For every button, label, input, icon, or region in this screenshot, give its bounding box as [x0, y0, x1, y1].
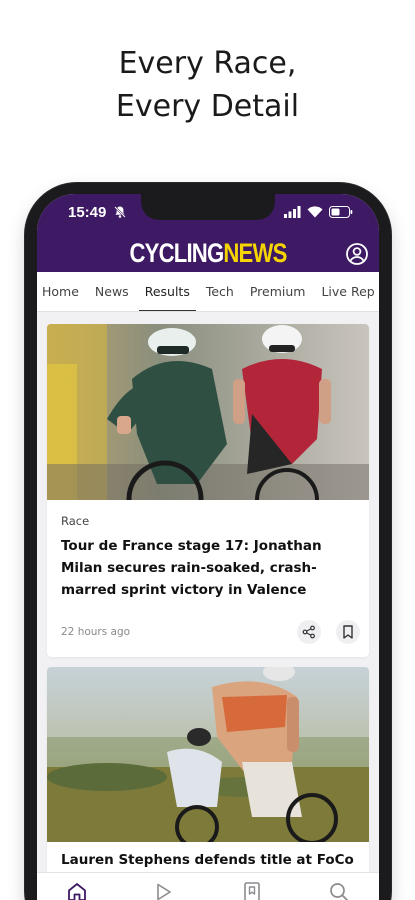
article-image — [47, 667, 369, 842]
tab-tech[interactable]: Tech — [206, 272, 234, 311]
wifi-icon — [307, 206, 323, 218]
phone-notch — [141, 194, 275, 220]
home-icon[interactable] — [65, 880, 89, 900]
tab-premium[interactable]: Premium — [250, 272, 306, 311]
tab-news[interactable]: News — [95, 272, 129, 311]
tab-home[interactable]: Home — [42, 272, 79, 311]
bookmark-button[interactable] — [336, 620, 360, 644]
app-logo[interactable]: CYCLINGNEWS — [68, 238, 348, 269]
logo-text-cycling: CYCLING — [129, 238, 224, 268]
promo-headline-line2: Every Detail — [115, 89, 300, 124]
tab-live-reports[interactable]: Live Rep — [321, 272, 374, 311]
battery-icon — [329, 206, 353, 218]
article-category: Race — [61, 514, 90, 528]
search-icon[interactable] — [327, 880, 351, 900]
article-card[interactable]: Lauren Stephens defends title at FoCo Fo… — [47, 667, 369, 900]
bookmarks-nav-icon[interactable] — [240, 880, 264, 900]
tab-results[interactable]: Results — [138, 272, 197, 311]
mute-bell-icon — [114, 206, 126, 218]
promo-headline: Every Race, Every Detail — [0, 42, 415, 128]
promo-headline-line1: Every Race, — [118, 46, 297, 81]
section-tabs: Home News Results Tech Premium Live Rep — [37, 272, 379, 312]
play-icon[interactable] — [151, 880, 175, 900]
article-title[interactable]: Tour de France stage 17: Jonathan Milan … — [61, 535, 361, 601]
bottom-navigation — [37, 872, 379, 900]
article-card[interactable]: Race Tour de France stage 17: Jonathan M… — [47, 324, 369, 657]
article-image — [47, 324, 369, 500]
status-icons — [284, 206, 353, 218]
share-button[interactable] — [297, 620, 321, 644]
account-icon[interactable] — [345, 242, 369, 266]
bookmark-icon — [343, 625, 353, 639]
share-icon — [302, 625, 315, 639]
logo-text-news: NEWS — [223, 238, 287, 268]
status-time: 15:49 — [68, 204, 107, 221]
article-timestamp: 22 hours ago — [61, 626, 131, 638]
app-screen: 15:49 CYCLINGNEWS Home News Results Tech… — [37, 194, 379, 900]
signal-icon — [284, 206, 301, 218]
